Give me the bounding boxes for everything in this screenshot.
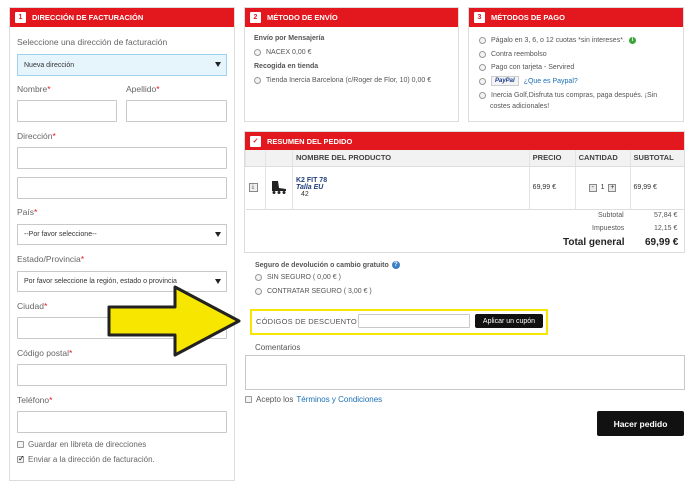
reembolso-radio[interactable]: [479, 51, 486, 58]
checkmark-icon: ✓: [250, 136, 261, 147]
shipping-group-mensajeria: Envío por Mensajería: [254, 35, 325, 42]
apellido-input[interactable]: [126, 100, 227, 122]
step-number-1: 1: [15, 12, 26, 23]
comments-label: Comentarios: [255, 343, 301, 352]
col-subtotal: SUBTOTAL: [629, 150, 684, 167]
product-subtotal: 69,99 €: [629, 166, 684, 210]
product-thumbnail-icon: [271, 180, 286, 194]
qty-decrease-button[interactable]: -: [588, 183, 597, 192]
direccion-input-1[interactable]: [17, 147, 227, 169]
summary-title: RESUMEN DEL PEDIDO: [267, 137, 353, 146]
step-number-2: 2: [250, 12, 261, 23]
address-select-label: Seleccione una dirección de facturación: [17, 37, 168, 47]
guardar-checkbox-row[interactable]: Guardar en libreta de direcciones: [17, 440, 146, 449]
total-value: 69,99 €: [645, 237, 679, 248]
shipping-title: MÉTODO DE ENVÍO: [267, 13, 338, 22]
payment-option-tarjeta[interactable]: Pago con tarjeta - Servired: [479, 64, 574, 71]
step-number-3: 3: [474, 12, 485, 23]
address-select[interactable]: Nueva dirección: [17, 54, 227, 76]
payment-option-cuotas[interactable]: Págalo en 3, 6, o 12 cuotas *sin interes…: [479, 37, 636, 44]
nombre-input[interactable]: [17, 100, 117, 122]
insurance-option-none[interactable]: SIN SEGURO ( 0,00 € ): [255, 274, 341, 281]
payment-option-inercia[interactable]: Inercia Golf,Disfruta tus compras, paga …: [479, 92, 657, 99]
estado-label: Estado/Provincia*: [17, 254, 85, 264]
guardar-checkbox[interactable]: [17, 441, 24, 448]
product-size-value: 42: [300, 191, 309, 198]
product-name: K2 FIT 78: [295, 177, 328, 184]
tienda-radio[interactable]: [254, 77, 261, 84]
shipping-option-nacex[interactable]: NACEX 0,00 €: [254, 49, 312, 56]
col-product: NOMBRE DEL PRODUCTO: [291, 150, 530, 167]
cuotas-radio[interactable]: [479, 37, 486, 44]
insurance-option-contract[interactable]: CONTRATAR SEGURO ( 3,00 € ): [255, 288, 372, 295]
paypal-info-link[interactable]: ¿Que es Paypal?: [524, 78, 578, 85]
billing-title: DIRECCIÓN DE FACTURACIÓN: [32, 13, 144, 22]
apellido-label: Apellido*: [126, 84, 160, 94]
product-price: 69,99 €: [528, 166, 576, 210]
comments-textarea[interactable]: [245, 355, 685, 390]
enviar-checkbox[interactable]: [17, 454, 25, 463]
summary-panel-header: ✓ RESUMEN DEL PEDIDO: [245, 132, 684, 151]
shipping-group-recogida: Recogida en tienda: [254, 63, 319, 70]
col-price: PRECIO: [528, 150, 576, 167]
tarjeta-radio[interactable]: [479, 64, 486, 71]
chevron-down-icon: [215, 62, 221, 67]
qty-increase-button[interactable]: +: [608, 183, 617, 192]
contratar-seguro-radio[interactable]: [255, 288, 262, 295]
chevron-down-icon: [215, 232, 221, 237]
codigo-postal-label: Código postal*: [17, 348, 73, 358]
product-table: NOMBRE DEL PRODUCTO PRECIO CANTIDAD SUBT…: [245, 150, 684, 210]
pais-select[interactable]: --Por favor seleccione--: [17, 224, 227, 245]
product-size-label: Talla EU: [295, 184, 324, 191]
table-row: ⤓ K2 FIT 78 Talla EU 42 69,99 € - 1 + 69…: [245, 166, 684, 210]
terms-checkbox[interactable]: [245, 396, 252, 403]
inercia-radio[interactable]: [479, 92, 486, 99]
subtotal-value: 57,84 €: [654, 212, 678, 219]
payment-option-reembolso[interactable]: Contra reembolso: [479, 51, 547, 58]
discount-code-input[interactable]: [358, 314, 470, 328]
paypal-radio[interactable]: [479, 77, 486, 85]
col-qty: CANTIDAD: [574, 150, 631, 167]
direccion-label: Dirección*: [17, 131, 56, 141]
enviar-checkbox-row[interactable]: Enviar a la dirección de facturación.: [17, 454, 155, 464]
tax-label: Impuestos: [592, 225, 625, 232]
help-icon[interactable]: ?: [391, 261, 400, 269]
apply-coupon-button[interactable]: Aplicar un cupón: [475, 314, 543, 328]
product-qty-cell: - 1 +: [574, 166, 631, 210]
ciudad-label: Ciudad*: [17, 301, 48, 311]
billing-panel-header: 1 DIRECCIÓN DE FACTURACIÓN: [10, 8, 234, 27]
arrow-right-icon: [107, 285, 241, 357]
delete-item-icon[interactable]: ⤓: [248, 183, 258, 192]
shipping-panel-header: 2 MÉTODO DE ENVÍO: [245, 8, 458, 27]
qty-value[interactable]: 1: [601, 184, 605, 191]
payment-option-inercia-line2: costes adicionales!: [490, 103, 550, 110]
telefono-label: Teléfono*: [17, 395, 53, 405]
payment-option-paypal[interactable]: PayPal ¿Que es Paypal?: [479, 76, 578, 86]
subtotal-label: Subtotal: [598, 212, 624, 219]
place-order-button[interactable]: Hacer pedido: [597, 411, 684, 436]
paypal-logo: PayPal: [491, 76, 519, 86]
payment-panel-header: 3 MÉTODOS DE PAGO: [469, 8, 683, 27]
direccion-input-2[interactable]: [17, 177, 227, 199]
codigo-postal-input[interactable]: [17, 364, 227, 386]
discount-label: CÓDIGOS DE DESCUENTO: [256, 317, 357, 326]
payment-title: MÉTODOS DE PAGO: [491, 13, 565, 22]
insurance-title: Seguro de devolución o cambio gratuito ?: [255, 261, 400, 269]
terms-link[interactable]: Términos y Condiciones: [296, 395, 382, 404]
total-label: Total general: [563, 237, 625, 248]
sin-seguro-radio[interactable]: [255, 274, 262, 281]
tax-value: 12,15 €: [654, 225, 678, 232]
telefono-input[interactable]: [17, 411, 227, 433]
info-icon[interactable]: i: [628, 37, 636, 44]
nacex-radio[interactable]: [254, 49, 261, 56]
shipping-option-tienda[interactable]: Tienda Inercia Barcelona (c/Roger de Flo…: [254, 77, 431, 84]
terms-row[interactable]: Acepto los Términos y Condiciones: [245, 395, 382, 404]
nombre-label: Nombre*: [17, 84, 51, 94]
pais-label: País*: [17, 207, 38, 217]
product-cell: K2 FIT 78 Talla EU 42: [291, 166, 530, 210]
